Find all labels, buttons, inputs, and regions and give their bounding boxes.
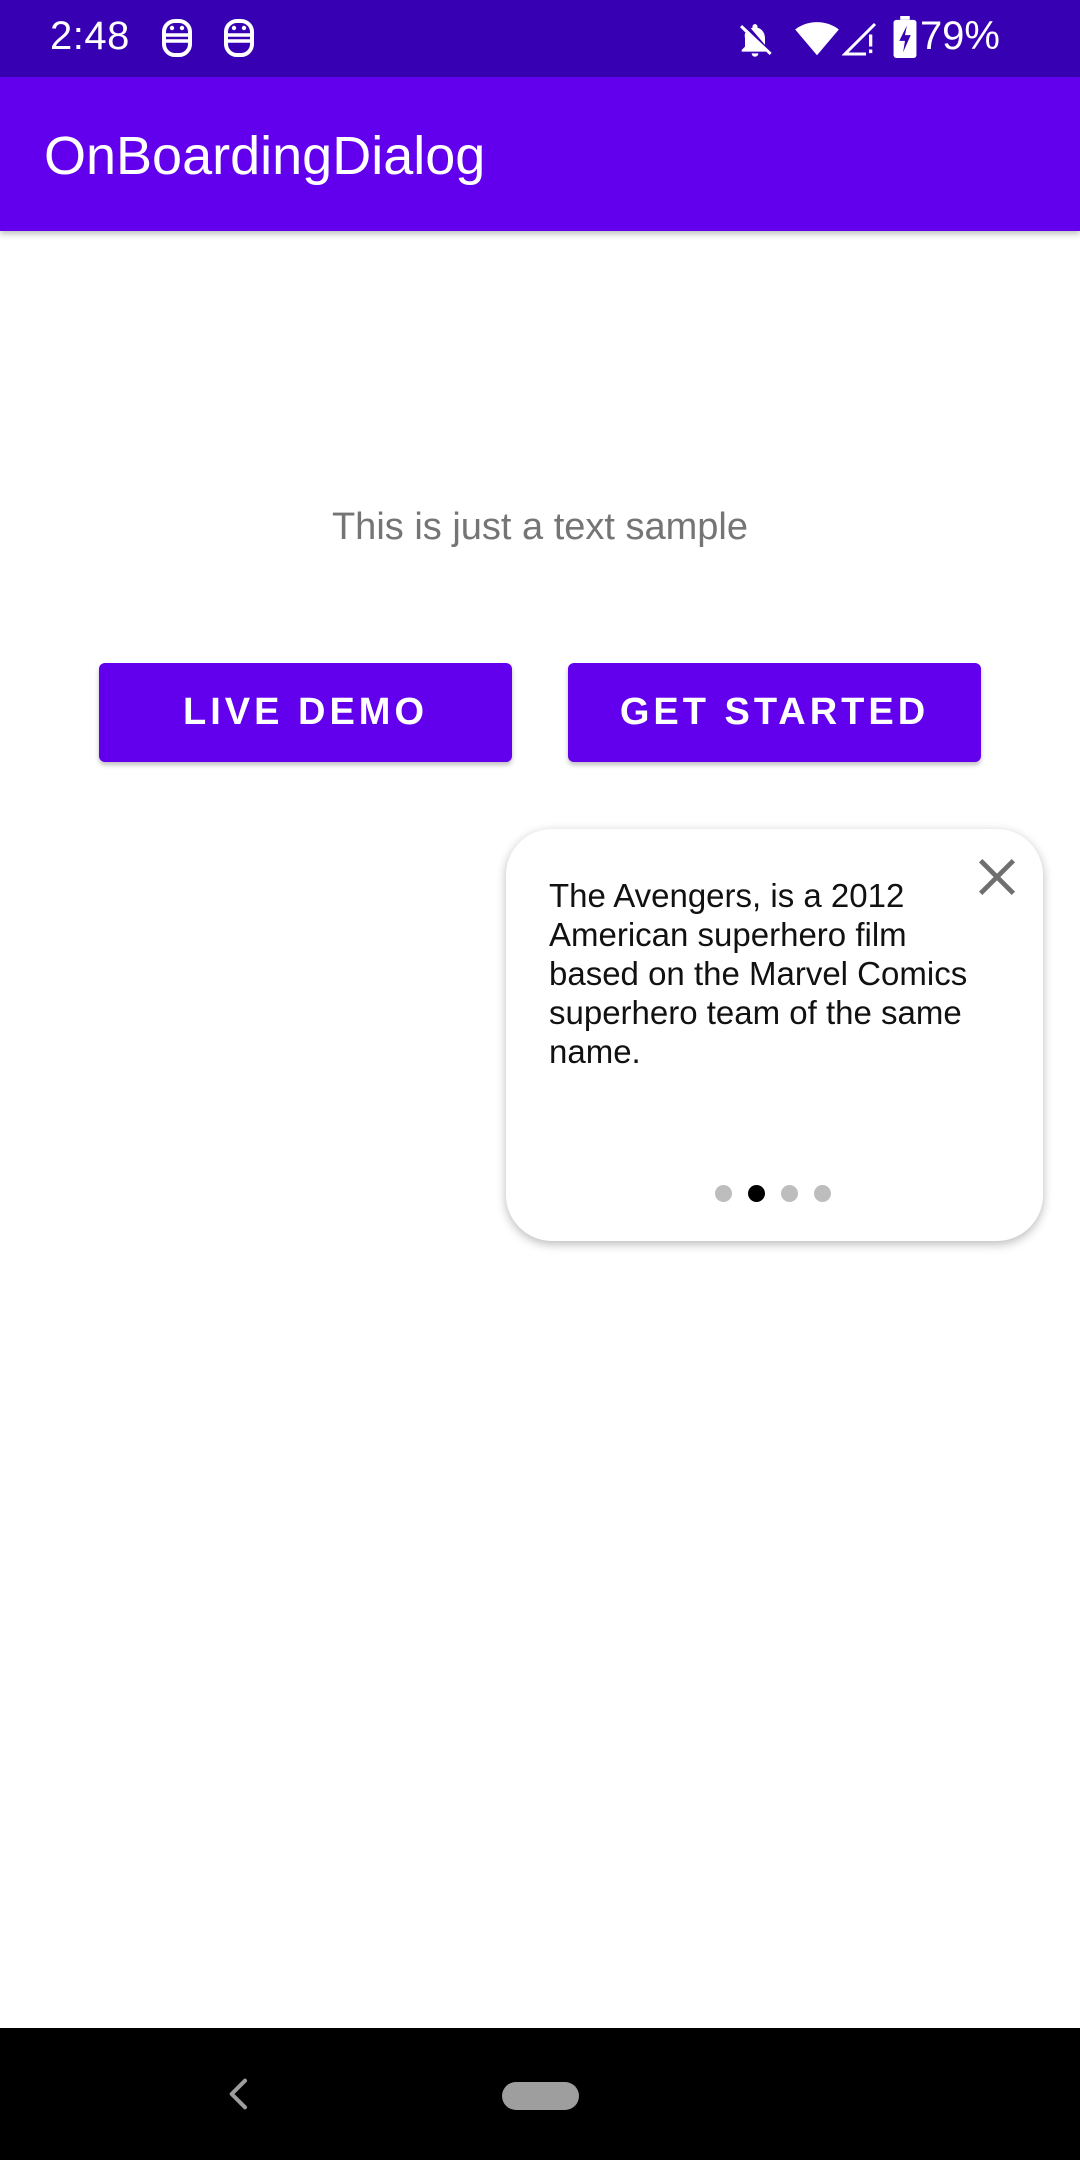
page-dot-active[interactable] xyxy=(748,1185,765,1202)
status-time: 2:48 xyxy=(50,14,130,58)
back-icon[interactable] xyxy=(220,2074,260,2114)
wifi-icon xyxy=(795,18,839,63)
page-dot[interactable] xyxy=(781,1185,798,1202)
signal-icon xyxy=(841,20,878,63)
home-pill-icon[interactable] xyxy=(502,2082,579,2110)
get-started-button[interactable]: GET STARTED xyxy=(568,663,981,762)
notifications-off-icon xyxy=(735,20,775,65)
navigation-bar xyxy=(0,2028,1080,2160)
app-bar: OnBoardingDialog xyxy=(0,77,1080,231)
battery-percentage: 79% xyxy=(919,14,1000,58)
battery-charging-icon xyxy=(893,16,917,63)
page-dot[interactable] xyxy=(814,1185,831,1202)
page-dot[interactable] xyxy=(715,1185,732,1202)
status-bar: 2:48 79% xyxy=(0,0,1080,77)
page-indicator xyxy=(715,1185,855,1203)
live-demo-button[interactable]: LIVE DEMO xyxy=(99,663,512,762)
notification-app-icon xyxy=(222,18,256,58)
sample-text: This is just a text sample xyxy=(331,506,749,548)
page-title: OnBoardingDialog xyxy=(44,126,486,186)
onboarding-text: The Avengers, is a 2012 American superhe… xyxy=(549,877,968,1070)
onboarding-dialog: The Avengers, is a 2012 American superhe… xyxy=(506,829,1043,1241)
notification-app-icon xyxy=(160,18,194,58)
